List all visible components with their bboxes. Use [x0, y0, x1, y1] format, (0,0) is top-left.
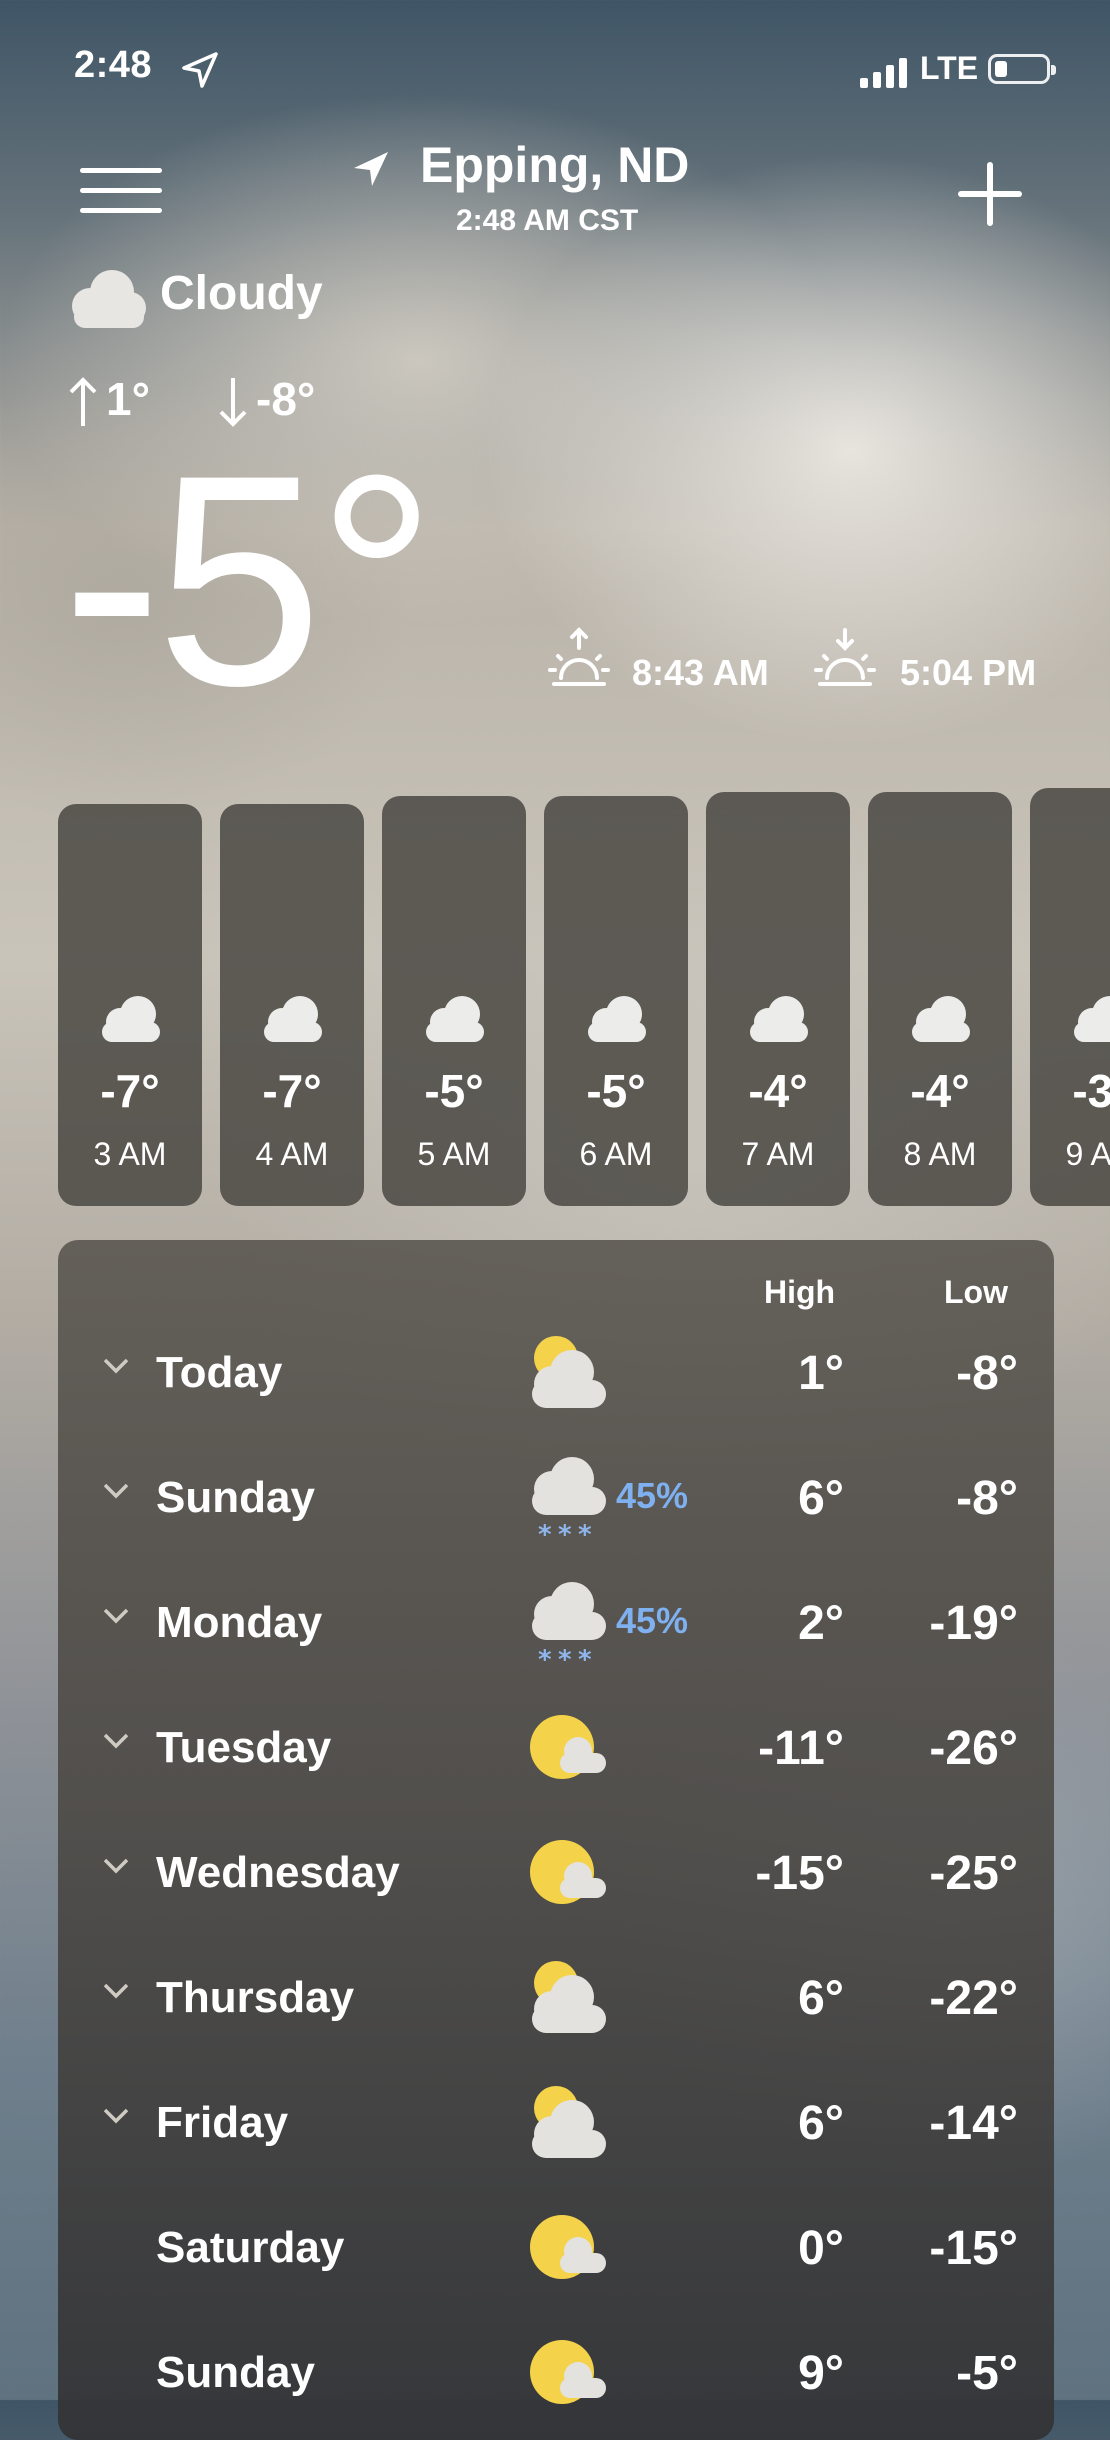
- hourly-temp: -7°: [262, 1065, 322, 1117]
- hourly-time: 8 AM: [903, 1136, 977, 1172]
- hourly-time: 7 AM: [741, 1136, 815, 1172]
- svg-text:*: *: [578, 1520, 592, 1547]
- partly-cloudy-icon: [532, 1336, 606, 1408]
- cloud-icon: [102, 996, 160, 1042]
- cloud-icon: [264, 996, 322, 1042]
- day-name: Monday: [156, 1598, 323, 1647]
- day-low: -22°: [929, 1972, 1018, 2025]
- day-high: 2°: [798, 1597, 844, 1650]
- chevron-down-icon: [103, 1733, 129, 1749]
- chevron-down-icon: [103, 1358, 129, 1374]
- chevron-down-icon: [103, 2108, 129, 2124]
- hourly-card[interactable]: -5° 5 AM: [382, 796, 526, 1206]
- hourly-temp: -7°: [100, 1065, 160, 1117]
- mostly-sunny-icon: [530, 1715, 606, 1779]
- day-name: Sunday: [156, 1473, 315, 1522]
- daily-row: Sunday 9° -5°: [58, 2320, 1054, 2430]
- snow-icon: * * *: [532, 1457, 606, 1547]
- svg-text:*: *: [538, 1520, 552, 1547]
- day-high: 9°: [798, 2347, 844, 2400]
- svg-text:*: *: [578, 1645, 592, 1672]
- day-high: 0°: [798, 2222, 844, 2275]
- day-name: Saturday: [156, 2223, 345, 2272]
- hourly-card[interactable]: -4° 7 AM: [706, 792, 850, 1206]
- hourly-temp: -4°: [910, 1065, 970, 1117]
- mostly-sunny-icon: [530, 2340, 606, 2404]
- day-high: -11°: [758, 1722, 844, 1775]
- hourly-card[interactable]: -3° 9 AM: [1030, 788, 1110, 1206]
- day-high: 6°: [798, 1972, 844, 2025]
- hourly-card[interactable]: -4° 8 AM: [868, 792, 1012, 1206]
- daily-row[interactable]: Tuesday -11° -26°: [58, 1695, 1054, 1805]
- daily-row[interactable]: Today 1° -8°: [58, 1320, 1054, 1430]
- chevron-down-icon: [103, 1983, 129, 1999]
- hourly-time: 9 AM: [1065, 1136, 1110, 1172]
- daily-row[interactable]: Thursday 6° -22°: [58, 1945, 1054, 2055]
- hourly-card[interactable]: -5° 6 AM: [544, 796, 688, 1206]
- svg-text:*: *: [558, 1645, 572, 1672]
- daily-forecast: High Low Today 1° -8° Sunday * * * 45% 6° …: [58, 1240, 1054, 2440]
- snow-icon: * * *: [532, 1582, 606, 1672]
- day-name: Friday: [156, 2098, 289, 2147]
- cloud-icon: [912, 996, 970, 1042]
- day-low: -8°: [956, 1347, 1018, 1400]
- low-column-header: Low: [944, 1274, 1008, 1310]
- day-name: Sunday: [156, 2348, 315, 2397]
- hourly-time: 6 AM: [579, 1136, 653, 1172]
- svg-text:*: *: [558, 1520, 572, 1547]
- cloud-icon: [1074, 996, 1110, 1042]
- mostly-sunny-icon: [530, 2215, 606, 2279]
- hourly-card[interactable]: -7° 3 AM: [58, 804, 202, 1206]
- chevron-down-icon: [103, 1858, 129, 1874]
- hourly-time: 5 AM: [417, 1136, 491, 1172]
- day-low: -19°: [929, 1597, 1018, 1650]
- day-low: -5°: [956, 2347, 1018, 2400]
- daily-row[interactable]: Friday 6° -14°: [58, 2070, 1054, 2180]
- daily-row[interactable]: Sunday * * * 45% 6° -8°: [58, 1445, 1054, 1555]
- day-low: -14°: [929, 2097, 1018, 2150]
- day-high: 1°: [798, 1347, 844, 1400]
- high-column-header: High: [764, 1274, 836, 1310]
- precip-chance: 45%: [616, 1600, 689, 1641]
- day-low: -25°: [929, 1847, 1018, 1900]
- day-name: Tuesday: [156, 1723, 332, 1772]
- hourly-time: 3 AM: [93, 1136, 167, 1172]
- cloud-icon: [426, 996, 484, 1042]
- day-name: Thursday: [156, 1973, 355, 2022]
- partly-cloudy-icon: [532, 1961, 606, 2033]
- precip-chance: 45%: [616, 1475, 689, 1516]
- partly-cloudy-icon: [532, 2086, 606, 2158]
- day-low: -15°: [929, 2222, 1018, 2275]
- mostly-sunny-icon: [530, 1840, 606, 1904]
- daily-row: Saturday 0° -15°: [58, 2195, 1054, 2305]
- hourly-temp: -5°: [586, 1065, 646, 1117]
- hourly-time: 4 AM: [255, 1136, 329, 1172]
- day-high: 6°: [798, 1472, 844, 1525]
- day-name: Today: [156, 1348, 283, 1397]
- hourly-temp: -3°: [1072, 1065, 1110, 1117]
- hourly-card[interactable]: -7° 4 AM: [220, 804, 364, 1206]
- cloud-icon: [750, 996, 808, 1042]
- daily-row[interactable]: Wednesday -15° -25°: [58, 1820, 1054, 1930]
- svg-text:*: *: [538, 1645, 552, 1672]
- day-low: -26°: [929, 1722, 1018, 1775]
- day-high: 6°: [798, 2097, 844, 2150]
- day-name: Wednesday: [156, 1848, 400, 1897]
- hourly-temp: -5°: [424, 1065, 484, 1117]
- chevron-down-icon: [103, 1483, 129, 1499]
- hourly-temp: -4°: [748, 1065, 808, 1117]
- cloud-icon: [588, 996, 646, 1042]
- daily-row[interactable]: Monday * * * 45% 2° -19°: [58, 1570, 1054, 1680]
- chevron-down-icon: [103, 1608, 129, 1624]
- day-high: -15°: [755, 1847, 844, 1900]
- day-low: -8°: [956, 1472, 1018, 1525]
